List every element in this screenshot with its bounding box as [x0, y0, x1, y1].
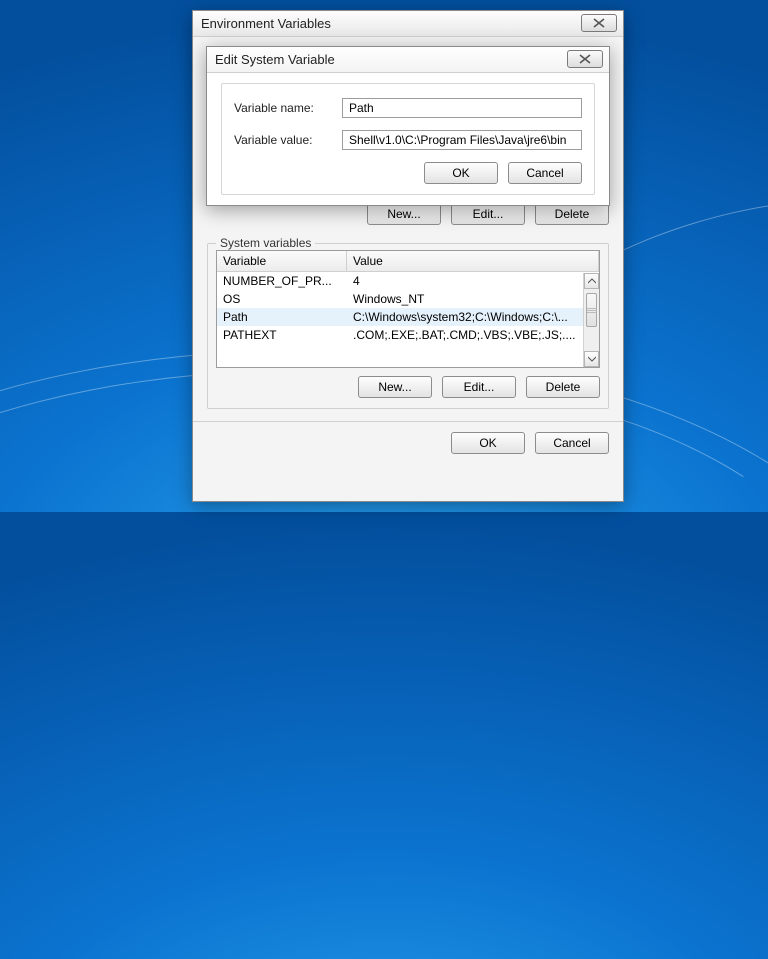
col-header-variable[interactable]: Variable: [217, 251, 347, 271]
user-delete-button[interactable]: Delete: [535, 203, 609, 225]
envvars-cancel-button[interactable]: Cancel: [535, 432, 609, 454]
user-new-button[interactable]: New...: [367, 203, 441, 225]
system-variables-scrollbar[interactable]: [583, 273, 599, 367]
user-vars-button-row: New... Edit... Delete: [207, 203, 609, 225]
envvars-ok-button[interactable]: OK: [451, 432, 525, 454]
chevron-up-icon: [588, 278, 596, 284]
edit-cancel-button[interactable]: Cancel: [508, 162, 582, 184]
cell-value: C:\Windows\system32;C:\Windows;C:\...: [353, 310, 593, 324]
cell-variable: PATHEXT: [223, 328, 353, 342]
table-row[interactable]: OSWindows_NT: [217, 290, 599, 308]
scroll-thumb[interactable]: [586, 293, 597, 327]
cell-variable: OS: [223, 292, 353, 306]
envvars-title: Environment Variables: [201, 16, 331, 31]
edit-close-button[interactable]: [567, 50, 603, 68]
variable-name-input[interactable]: [342, 98, 582, 118]
chevron-down-icon: [588, 356, 596, 362]
edit-titlebar[interactable]: Edit System Variable: [207, 47, 609, 73]
variable-name-label: Variable name:: [234, 101, 342, 115]
cell-value: .COM;.EXE;.BAT;.CMD;.VBS;.VBE;.JS;....: [353, 328, 593, 342]
close-icon: [578, 54, 592, 64]
system-variables-group: System variables Variable Value NUMBER_O…: [207, 243, 609, 409]
table-row[interactable]: PATHEXT.COM;.EXE;.BAT;.CMD;.VBS;.VBE;.JS…: [217, 326, 599, 344]
system-new-button[interactable]: New...: [358, 376, 432, 398]
table-row[interactable]: PathC:\Windows\system32;C:\Windows;C:\..…: [217, 308, 599, 326]
variable-value-label: Variable value:: [234, 133, 342, 147]
user-edit-button[interactable]: Edit...: [451, 203, 525, 225]
edit-title: Edit System Variable: [215, 52, 335, 67]
cell-variable: Path: [223, 310, 353, 324]
envvars-footer-buttons: OK Cancel: [207, 432, 609, 454]
system-variables-header: Variable Value: [217, 251, 599, 272]
edit-ok-button[interactable]: OK: [424, 162, 498, 184]
edit-footer-buttons: OK Cancel: [234, 162, 582, 184]
edit-system-variable-dialog: Edit System Variable Variable name: Vari…: [206, 46, 610, 206]
cell-value: Windows_NT: [353, 292, 593, 306]
envvars-close-button[interactable]: [581, 14, 617, 32]
variable-value-input[interactable]: [342, 130, 582, 150]
cell-variable: NUMBER_OF_PR...: [223, 274, 353, 288]
system-variables-list[interactable]: Variable Value NUMBER_OF_PR...4OSWindows…: [216, 250, 600, 368]
system-vars-button-row: New... Edit... Delete: [216, 376, 600, 398]
cell-value: 4: [353, 274, 593, 288]
scroll-up-button[interactable]: [584, 273, 599, 289]
scroll-down-button[interactable]: [584, 351, 599, 367]
system-variables-label: System variables: [216, 236, 315, 250]
envvars-titlebar[interactable]: Environment Variables: [193, 11, 623, 37]
separator: [193, 421, 623, 422]
table-row[interactable]: NUMBER_OF_PR...4: [217, 272, 599, 290]
col-header-value[interactable]: Value: [347, 251, 599, 271]
system-delete-button[interactable]: Delete: [526, 376, 600, 398]
system-edit-button[interactable]: Edit...: [442, 376, 516, 398]
close-icon: [592, 18, 606, 28]
